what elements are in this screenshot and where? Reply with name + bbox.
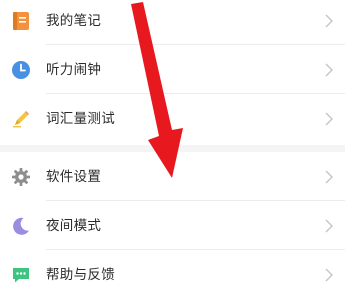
- menu-item-my-notes[interactable]: 我的笔记: [0, 0, 345, 45]
- menu-item-label: 听力闹钟: [46, 61, 102, 78]
- chat-icon: [13, 267, 29, 282]
- menu-item-label: 帮助与反馈: [46, 266, 115, 283]
- menu-item-label: 软件设置: [46, 168, 102, 185]
- chevron-right-icon: [325, 219, 333, 232]
- moon-icon: [13, 217, 29, 235]
- menu-item-software-settings[interactable]: 软件设置: [0, 152, 345, 201]
- pencil-icon: [13, 110, 29, 127]
- chevron-right-icon: [325, 170, 333, 183]
- menu-item-label: 我的笔记: [46, 12, 102, 29]
- menu-group-top: 我的笔记 听力闹钟 词汇量测试: [0, 0, 345, 143]
- menu-item-help-feedback[interactable]: 帮助与反馈: [0, 250, 345, 294]
- menu-item-vocabulary-test[interactable]: 词汇量测试: [0, 94, 345, 143]
- chevron-right-icon: [325, 14, 333, 27]
- menu-item-night-mode[interactable]: 夜间模式: [0, 201, 345, 250]
- menu-group-bottom: 软件设置 夜间模式 帮助与反馈: [0, 152, 345, 294]
- clock-icon: [12, 60, 30, 79]
- notebook-icon: [13, 11, 29, 30]
- section-gap: [0, 145, 345, 152]
- menu-item-label: 词汇量测试: [46, 110, 115, 127]
- gear-icon: [12, 167, 30, 186]
- menu-item-listening-alarm[interactable]: 听力闹钟: [0, 45, 345, 94]
- chevron-right-icon: [325, 268, 333, 281]
- chevron-right-icon: [325, 63, 333, 76]
- chevron-right-icon: [325, 112, 333, 125]
- menu-item-label: 夜间模式: [46, 217, 102, 234]
